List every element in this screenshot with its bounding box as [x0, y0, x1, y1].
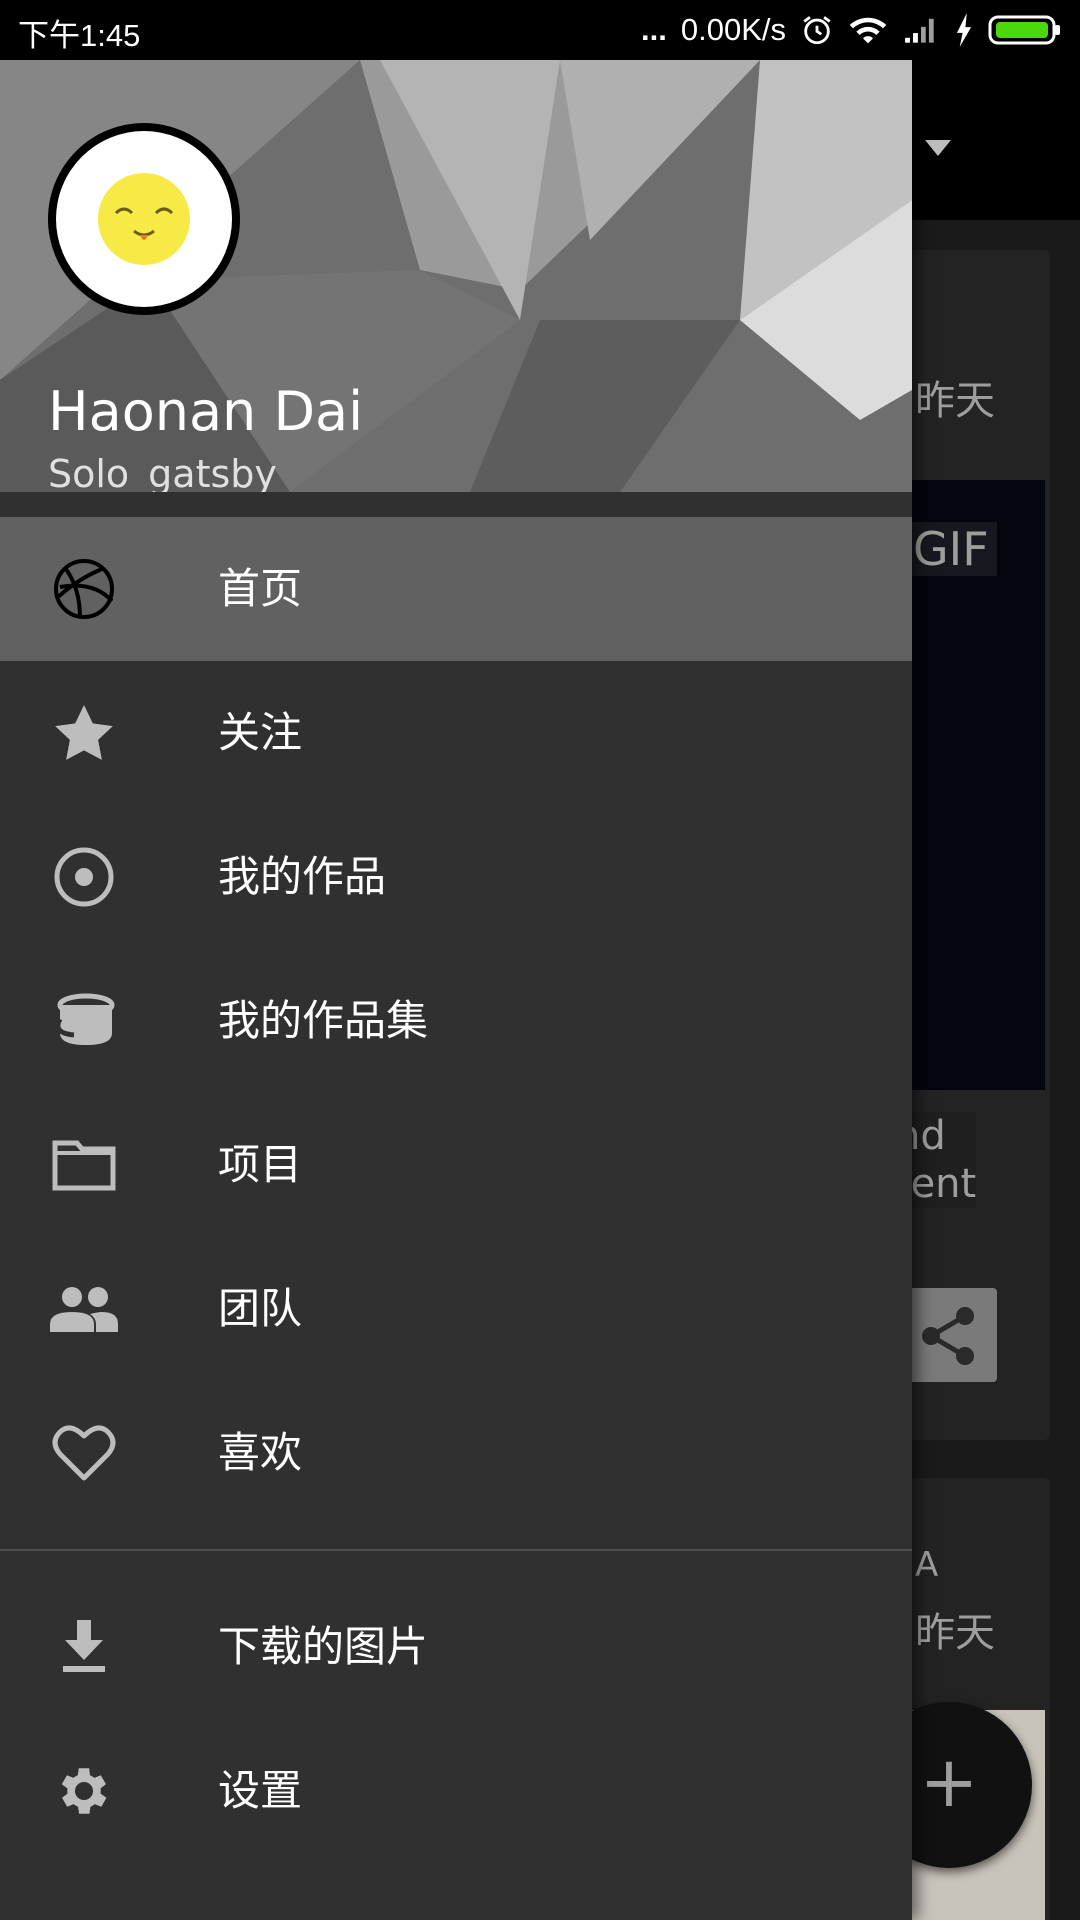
wifi-icon: [848, 13, 888, 47]
drawer-menu: 首页 关注 我的作品 我的作品集 项目 团队 喜欢 下载的图片 设置: [0, 517, 912, 1863]
star-icon: [50, 701, 118, 765]
drawer-item-label: 我的作品集: [218, 996, 429, 1045]
bucket-icon: [50, 989, 118, 1053]
drawer-item-label: 项目: [218, 1140, 303, 1189]
drawer-header: Haonan Dai Solo_gatsby: [0, 60, 912, 492]
drawer-item-label: 关注: [218, 708, 303, 757]
drawer-item-likes[interactable]: 喜欢: [0, 1381, 912, 1525]
user-display-name: Haonan Dai: [48, 380, 364, 443]
drawer-item-projects[interactable]: 项目: [0, 1093, 912, 1237]
status-indicators: ... 0.00K/s: [641, 10, 1062, 50]
user-username: Solo_gatsby: [48, 452, 277, 492]
shot-author-partial: A: [915, 1545, 939, 1585]
drawer-item-following[interactable]: 关注: [0, 661, 912, 805]
drawer-item-teams[interactable]: 团队: [0, 1237, 912, 1381]
alarm-icon: [800, 13, 834, 47]
network-speed: 0.00K/s: [680, 12, 786, 47]
drawer-item-label: 团队: [218, 1284, 303, 1333]
drawer-item-label: 我的作品: [218, 852, 387, 901]
drawer-item-label: 首页: [218, 564, 303, 613]
drawer-item-label: 设置: [218, 1766, 303, 1815]
status-time: 下午1:45: [18, 18, 141, 53]
drawer-item-downloads[interactable]: 下载的图片: [0, 1575, 912, 1719]
drawer-item-settings[interactable]: 设置: [0, 1719, 912, 1863]
status-bar: 下午1:45 ... 0.00K/s: [0, 0, 1080, 60]
drawer-item-home[interactable]: 首页: [0, 517, 912, 661]
gif-badge: GIF: [905, 522, 997, 576]
drawer-item-label: 下载的图片: [218, 1622, 429, 1671]
battery-icon: [988, 13, 1062, 47]
dribbble-ball-icon: [50, 557, 118, 621]
more-notifications-dots: ...: [641, 12, 667, 47]
people-icon: [50, 1277, 118, 1341]
folder-icon: [50, 1133, 118, 1197]
charging-icon: [954, 13, 974, 47]
shot-time: 昨天: [915, 378, 995, 424]
avatar[interactable]: [48, 123, 240, 315]
download-icon: [50, 1615, 118, 1679]
radio-target-icon: [50, 845, 118, 909]
drawer-divider: [0, 1549, 912, 1551]
caret-down-icon[interactable]: [925, 140, 951, 156]
drawer-item-label: 喜欢: [218, 1428, 303, 1477]
navigation-drawer: Haonan Dai Solo_gatsby 首页 关注 我的作品 我的作品集 …: [0, 60, 912, 1920]
face-icon: [114, 207, 174, 240]
drawer-item-my-shots[interactable]: 我的作品: [0, 805, 912, 949]
shot-time: 昨天: [915, 1610, 995, 1656]
drawer-item-my-buckets[interactable]: 我的作品集: [0, 949, 912, 1093]
settings-gear-icon: [50, 1759, 118, 1823]
heart-icon: [50, 1421, 118, 1485]
signal-icon: [902, 13, 940, 47]
